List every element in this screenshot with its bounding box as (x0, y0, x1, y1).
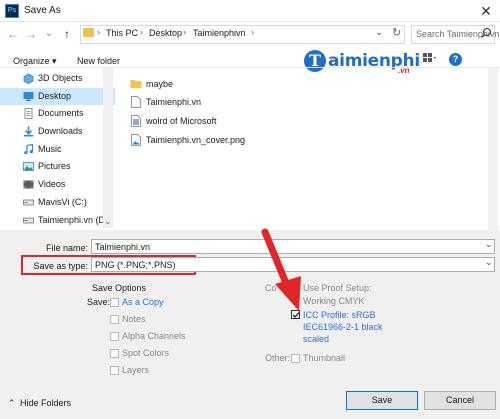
scroll-down-icon[interactable]: ⌄ (104, 216, 112, 227)
close-button[interactable]: ✕ (476, 3, 496, 19)
sidebar-item-label: Taimienphi.vn (D (38, 215, 106, 225)
notes-checkbox[interactable] (110, 315, 119, 324)
word-document-icon (131, 115, 141, 127)
sidebar-item-label: Documents (38, 108, 84, 118)
save-options-heading: Save Options (92, 283, 147, 293)
file-name[interactable]: wolrd of Microsoft (146, 116, 217, 126)
sidebar-item-music[interactable]: Music (0, 141, 115, 158)
save-as-type-value: PNG (*.PNG;*.PNS) (95, 260, 176, 270)
recent-locations-dropdown[interactable]: ⌄ (42, 27, 56, 41)
file-name-label: File name: (45, 243, 88, 253)
as-a-copy-checkbox[interactable] (110, 298, 119, 307)
file-list-scrollbar[interactable] (488, 68, 498, 230)
cancel-button[interactable]: Cancel (424, 391, 496, 410)
help-icon[interactable]: ? (449, 53, 462, 66)
sidebar-item-pictures[interactable]: Pictures (0, 158, 115, 175)
icc-profile-label-line2[interactable]: IEC61966-2-1 black (303, 322, 383, 332)
up-button[interactable]: ↑ (60, 27, 74, 41)
sidebar-item-label: Music (38, 144, 62, 154)
sidebar-item-desktop[interactable]: Desktop (0, 88, 115, 105)
back-button[interactable]: ← (6, 27, 20, 41)
spot-colors-checkbox[interactable] (110, 349, 119, 358)
downloads-icon (24, 126, 33, 137)
sidebar-item-taimienphi-d[interactable]: Taimienphi.vn (D (0, 212, 115, 229)
folder-icon (130, 80, 142, 88)
sidebar-item-documents[interactable]: Documents (0, 105, 115, 122)
sidebar-scrollbar[interactable] (103, 68, 113, 228)
thumbnail-checkbox[interactable] (291, 354, 300, 363)
as-a-copy-label[interactable]: As a Copy (122, 297, 164, 307)
search-icon[interactable] (480, 27, 492, 39)
drive-icon (23, 199, 34, 206)
save-as-type-label: Save as type: (33, 261, 88, 271)
music-icon (24, 144, 34, 155)
address-dropdown-icon[interactable]: ⌄ (375, 27, 383, 38)
window-title: Save As (24, 5, 61, 16)
hide-folders-button[interactable]: Hide Folders (20, 398, 71, 408)
file-name[interactable]: Taimienphi.vn (146, 97, 201, 107)
icc-profile-label-line3[interactable]: scaled (303, 334, 329, 344)
other-label: Other: (265, 353, 291, 363)
layers-checkbox[interactable] (110, 366, 119, 375)
alpha-channels-checkbox[interactable] (110, 332, 119, 341)
refresh-icon[interactable]: ↻ (392, 26, 401, 39)
file-name-value: Taimienphi.vn (95, 242, 151, 252)
videos-icon (23, 180, 34, 189)
documents-icon (24, 108, 33, 119)
breadcrumb-taimienphivn[interactable]: Taimienphivn (193, 28, 246, 38)
desktop-icon (23, 92, 34, 101)
sidebar-item-label: Desktop (38, 91, 72, 101)
sidebar-item-label: Downloads (38, 126, 83, 136)
sidebar-item-3d-objects[interactable]: 3D Objects (0, 70, 115, 87)
photoshop-icon: Ps (5, 4, 19, 18)
document-icon (131, 96, 141, 108)
folder-icon (83, 28, 94, 37)
breadcrumb-separator[interactable]: › (140, 27, 143, 37)
save-button[interactable]: Save (346, 391, 418, 410)
file-name[interactable]: maybe (146, 79, 173, 89)
thumbnail-label: Thumbnail (303, 353, 346, 363)
breadcrumb-separator[interactable]: › (183, 27, 186, 37)
chevron-up-icon[interactable]: ⌃ (8, 398, 16, 409)
file-name[interactable]: Taimienphi.vn_cover.png (146, 135, 245, 145)
organize-button[interactable]: Organize ▾ (13, 56, 57, 67)
pictures-icon (23, 162, 34, 171)
title-bar (0, 0, 500, 22)
spot-colors-label: Spot Colors (122, 348, 170, 358)
forward-button[interactable]: → (24, 27, 38, 41)
3d-objects-icon (23, 73, 34, 84)
sidebar-item-label: Videos (38, 179, 66, 189)
sidebar-item-label: 3D Objects (38, 73, 83, 83)
notes-label: Notes (122, 314, 146, 324)
sidebar-item-label: MavisVi (C:) (38, 197, 87, 207)
sidebar-item-mavisvi-c[interactable]: MavisVi (C:) (0, 194, 115, 211)
image-icon (131, 134, 141, 146)
breadcrumb-this-pc[interactable]: This PC (106, 28, 138, 38)
breadcrumb-separator[interactable]: › (251, 27, 254, 37)
sidebar-item-label: Pictures (38, 161, 71, 171)
breadcrumb-separator[interactable]: › (97, 27, 100, 37)
file-list (117, 68, 500, 230)
sidebar-item-videos[interactable]: Videos (0, 176, 115, 193)
drive-icon (23, 217, 34, 224)
alpha-channels-label: Alpha Channels (122, 331, 186, 341)
sidebar-item-downloads[interactable]: Downloads (0, 123, 115, 140)
save-as-type-dropdown-icon[interactable]: ⌄ (485, 257, 493, 268)
save-label: Save: (87, 297, 111, 307)
file-name-dropdown-icon[interactable]: ⌄ (485, 239, 493, 250)
breadcrumb-desktop[interactable]: Desktop (149, 28, 182, 38)
annotation-arrow (261, 228, 301, 311)
new-folder-button[interactable]: New folder (77, 56, 120, 66)
view-options-icon[interactable] (423, 53, 437, 65)
layers-label: Layers (122, 365, 150, 375)
